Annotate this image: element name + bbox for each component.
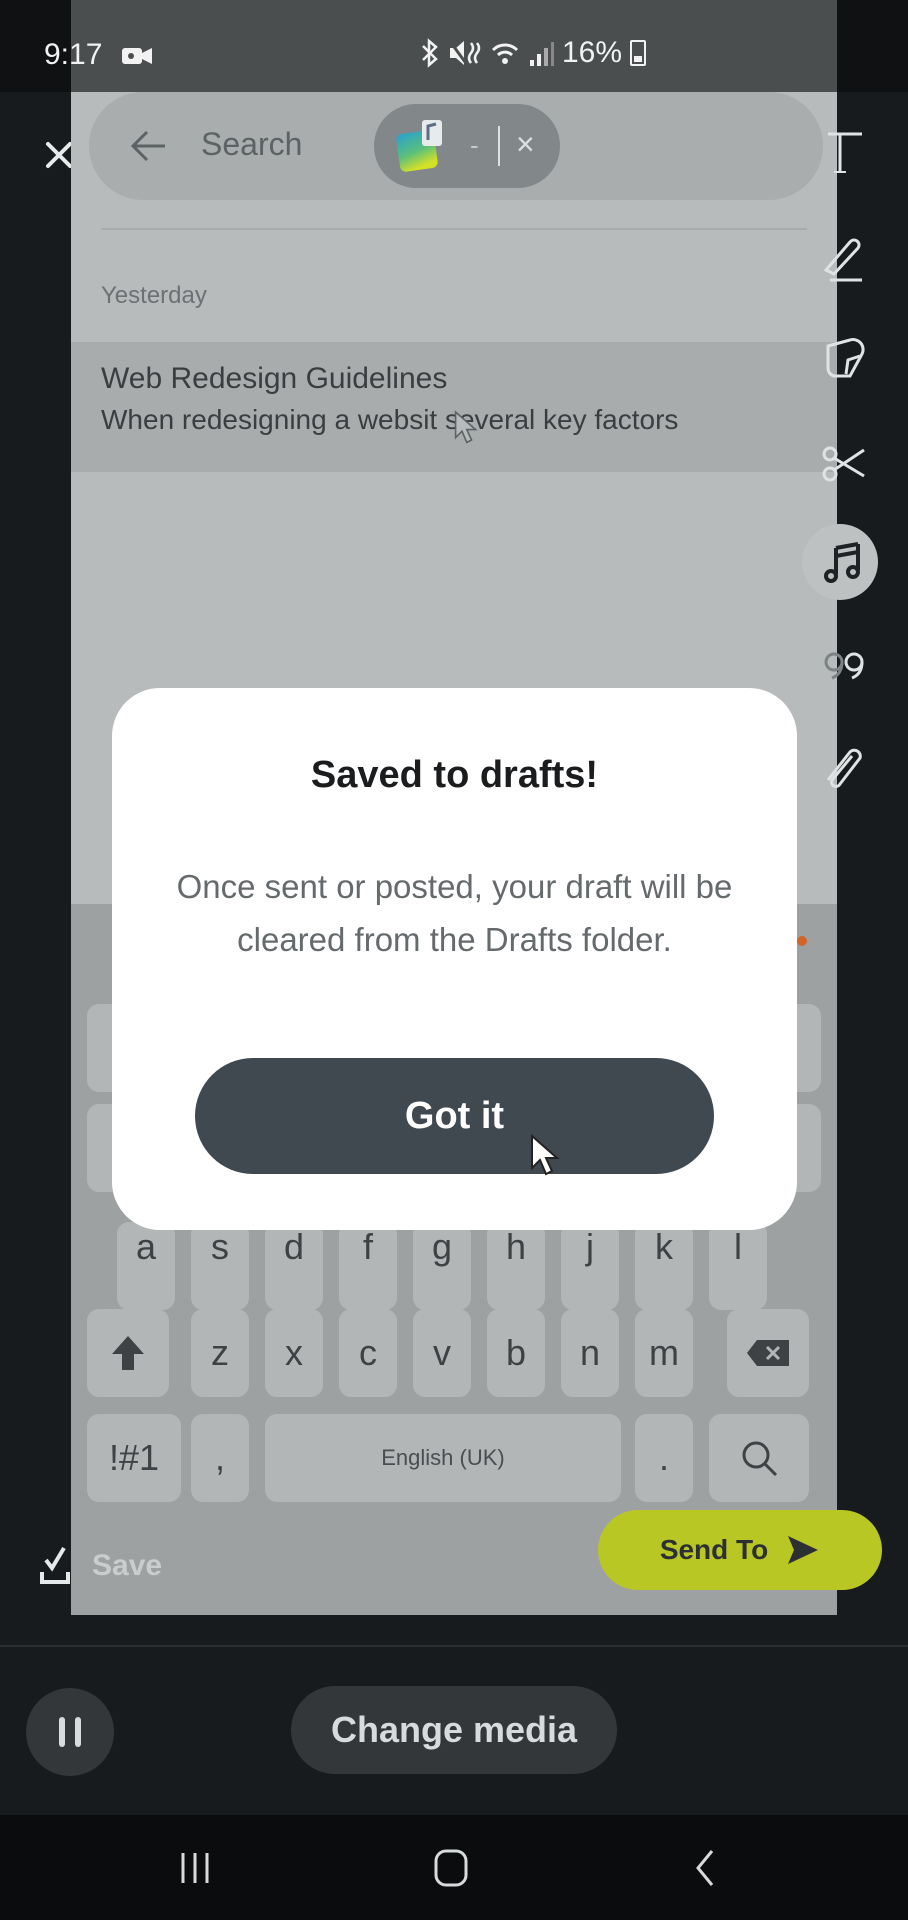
key-k[interactable]: k xyxy=(635,1222,693,1310)
dialog-title: Saved to drafts! xyxy=(310,754,599,796)
attachment-tool-icon[interactable] xyxy=(820,742,868,790)
key-d[interactable]: d xyxy=(265,1222,323,1310)
save-label: Save xyxy=(92,1549,163,1582)
section-label: Yesterday xyxy=(101,282,207,309)
key-m[interactable]: m xyxy=(635,1309,693,1397)
battery-charging-icon xyxy=(630,40,647,66)
key-f[interactable]: f xyxy=(339,1222,397,1310)
quote-tool-icon[interactable] xyxy=(820,640,868,688)
pause-icon-bar xyxy=(75,1717,81,1747)
send-arrow-icon xyxy=(788,1536,819,1564)
divider xyxy=(101,228,807,230)
send-to-label: Send To xyxy=(659,1534,769,1565)
battery-percent: 16% xyxy=(562,36,623,69)
video-camera-icon xyxy=(122,48,152,64)
key-j[interactable]: j xyxy=(561,1222,619,1310)
pause-button[interactable] xyxy=(26,1688,114,1776)
chip-close-icon[interactable]: × xyxy=(516,126,535,163)
key-symbols[interactable]: !#1 xyxy=(87,1414,181,1502)
chip-separator xyxy=(498,126,500,166)
key-comma[interactable]: , xyxy=(191,1414,249,1502)
key-space[interactable]: English (UK) xyxy=(265,1414,621,1502)
key-a[interactable]: a xyxy=(117,1222,175,1310)
mouse-cursor-icon xyxy=(531,1134,560,1176)
sticker-tool-icon[interactable] xyxy=(820,334,868,382)
key-h[interactable]: h xyxy=(487,1222,545,1310)
back-arrow-icon[interactable] xyxy=(129,128,169,164)
key-period[interactable]: . xyxy=(635,1414,693,1502)
key-s[interactable]: s xyxy=(191,1222,249,1310)
key-n[interactable]: n xyxy=(561,1309,619,1397)
signal-icon xyxy=(530,42,554,66)
key-shift[interactable] xyxy=(87,1309,169,1397)
backspace-icon xyxy=(747,1340,789,1366)
note-title: Web Redesign Guidelines xyxy=(101,362,448,395)
ghost-cursor-icon xyxy=(454,410,478,444)
dialog-body: Once sent or posted, your draft will be … xyxy=(176,868,733,958)
save-button[interactable]: Save xyxy=(38,1544,162,1588)
key-z[interactable]: z xyxy=(191,1309,249,1397)
key-x[interactable]: x xyxy=(265,1309,323,1397)
key-l[interactable]: l xyxy=(709,1222,767,1310)
send-to-button[interactable]: Send To xyxy=(598,1510,882,1590)
music-chip[interactable]: - × xyxy=(374,104,560,188)
search-input[interactable]: Search xyxy=(201,126,302,163)
search-icon xyxy=(742,1441,778,1477)
key-v[interactable]: v xyxy=(413,1309,471,1397)
status-right: 16% xyxy=(420,36,647,70)
status-bar: 9:17 16% xyxy=(0,0,908,92)
status-time: 9:17 xyxy=(44,38,103,71)
scissors-tool-icon[interactable] xyxy=(820,440,868,488)
wifi-icon xyxy=(491,43,519,64)
key-g[interactable]: g xyxy=(413,1222,471,1310)
key-b[interactable]: b xyxy=(487,1309,545,1397)
screen: 9:17 16% Search - × Yesterday Web Redesi… xyxy=(0,0,908,1920)
got-it-button[interactable]: Got it xyxy=(195,1058,714,1174)
close-icon[interactable] xyxy=(44,140,74,170)
shift-icon xyxy=(112,1336,144,1370)
recording-dot xyxy=(797,936,807,946)
pause-icon-bar xyxy=(59,1717,65,1747)
save-download-icon xyxy=(40,1546,70,1584)
chip-dash: - xyxy=(470,130,479,160)
home-icon[interactable] xyxy=(426,1843,476,1893)
music-app-icon xyxy=(396,120,442,172)
saved-to-drafts-dialog: Saved to drafts! Once sent or posted, yo… xyxy=(112,688,797,1230)
system-navigation-bar xyxy=(0,1815,908,1920)
mute-vibrate-icon xyxy=(448,39,481,67)
recents-icon[interactable] xyxy=(170,1843,220,1893)
key-search[interactable] xyxy=(709,1414,809,1502)
note-body: When redesigning a websit several key fa… xyxy=(101,404,679,435)
search-bar[interactable]: Search - × xyxy=(89,92,823,200)
back-icon[interactable] xyxy=(680,1843,730,1893)
note-list-item[interactable]: Web Redesign Guidelines When redesigning… xyxy=(71,342,837,472)
pencil-tool-icon[interactable] xyxy=(820,234,868,282)
music-tool-icon[interactable] xyxy=(820,538,868,586)
text-tool-icon[interactable] xyxy=(820,128,868,176)
bluetooth-icon xyxy=(422,38,438,68)
key-backspace[interactable] xyxy=(727,1309,809,1397)
key-c[interactable]: c xyxy=(339,1309,397,1397)
change-media-button[interactable]: Change media xyxy=(291,1686,617,1774)
